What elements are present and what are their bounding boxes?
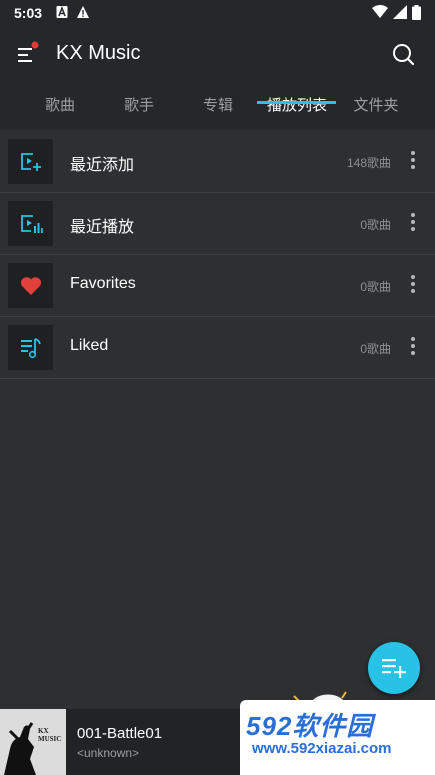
playlist-add-icon bbox=[382, 659, 406, 678]
battery-icon bbox=[412, 5, 421, 20]
playlist-name: Favorites bbox=[70, 275, 136, 292]
playlist-list: 最近添加 148歌曲 最近播放 0歌曲 Favorites 0歌曲 Liked … bbox=[0, 131, 435, 379]
list-item[interactable]: Favorites 0歌曲 bbox=[0, 255, 435, 317]
more-options-button[interactable] bbox=[403, 148, 423, 176]
recently-added-icon bbox=[20, 152, 41, 171]
tab-folders[interactable]: 文件夹 bbox=[336, 86, 416, 130]
playlist-name: 最近播放 bbox=[70, 219, 135, 236]
playlist-name: 最近添加 bbox=[70, 157, 135, 174]
watermark: 592软件园 www.592xiazai.com bbox=[240, 700, 435, 775]
more-options-button[interactable] bbox=[403, 334, 423, 362]
track-title: 001-Battle01 bbox=[77, 725, 163, 742]
wifi-icon bbox=[372, 5, 388, 18]
menu-button[interactable] bbox=[14, 40, 44, 68]
list-item[interactable]: 最近添加 148歌曲 bbox=[0, 131, 435, 193]
playlist-thumbnail bbox=[8, 325, 53, 370]
tab-indicator bbox=[257, 101, 336, 104]
playlist-thumbnail bbox=[8, 201, 53, 246]
app-title: KX Music bbox=[56, 42, 141, 64]
playlist-count: 148歌曲 bbox=[346, 156, 391, 170]
more-options-button[interactable] bbox=[403, 272, 423, 300]
heart-icon bbox=[20, 276, 41, 295]
tab-artists[interactable]: 歌手 bbox=[99, 86, 179, 130]
tab-albums[interactable]: 专辑 bbox=[178, 86, 258, 130]
watermark-brand: 592软件园 bbox=[246, 711, 374, 741]
menu-icon bbox=[18, 41, 39, 62]
warning-icon bbox=[77, 6, 89, 18]
playlist-thumbnail bbox=[8, 263, 53, 308]
playlist-name: Liked bbox=[70, 337, 109, 354]
add-playlist-button[interactable] bbox=[368, 642, 420, 694]
app-bar: KX Music 歌曲 歌手 专辑 播放列表 文件夹 bbox=[0, 26, 435, 130]
tab-bar: 歌曲 歌手 专辑 播放列表 文件夹 bbox=[0, 86, 435, 130]
album-cover: KX MUSIC bbox=[0, 709, 66, 775]
notification-a-icon bbox=[56, 5, 68, 18]
playlist-thumbnail bbox=[8, 139, 53, 184]
playlist-count: 0歌曲 bbox=[360, 342, 391, 356]
playlist-count: 0歌曲 bbox=[360, 280, 391, 294]
signal-icon bbox=[393, 5, 407, 19]
tab-playlists[interactable]: 播放列表 bbox=[257, 86, 337, 130]
notification-dot-icon bbox=[31, 41, 39, 49]
list-item[interactable]: 最近播放 0歌曲 bbox=[0, 193, 435, 255]
recently-played-icon bbox=[20, 214, 43, 233]
playlist-music-icon bbox=[20, 337, 41, 358]
cover-text: KX MUSIC bbox=[38, 727, 62, 743]
tab-songs[interactable]: 歌曲 bbox=[20, 86, 100, 130]
playlist-count: 0歌曲 bbox=[360, 218, 391, 232]
status-time: 5:03 bbox=[14, 5, 43, 21]
more-options-button[interactable] bbox=[403, 210, 423, 238]
track-artist: <unknown> bbox=[77, 746, 140, 760]
status-bar: 5:03 bbox=[0, 0, 435, 26]
search-icon bbox=[393, 44, 415, 66]
watermark-url: www.592xiazai.com bbox=[252, 740, 392, 757]
list-item[interactable]: Liked 0歌曲 bbox=[0, 317, 435, 379]
search-button[interactable] bbox=[389, 40, 417, 68]
